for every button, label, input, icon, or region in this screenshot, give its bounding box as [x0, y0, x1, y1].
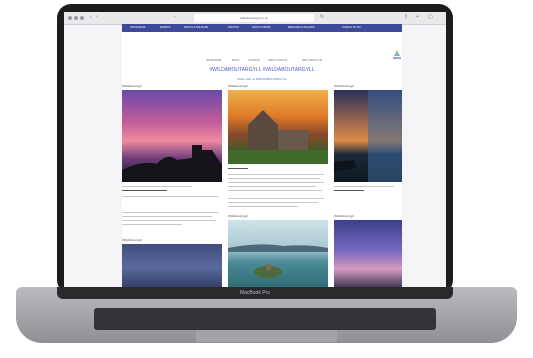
post-author-line	[228, 168, 248, 169]
laptop-keyboard	[94, 308, 436, 330]
post-caption-line	[122, 196, 218, 197]
post-caption-line	[122, 220, 216, 221]
page-content: INSTAGRAM BLOG CONTACT ABOUT ARGYLL WILD…	[122, 32, 402, 290]
card-label: #WildAboutArgyll	[334, 215, 354, 218]
instagram-photo-sunset-ruin[interactable]	[122, 90, 222, 182]
instagram-photo-loch-sunset[interactable]	[334, 90, 402, 182]
post-caption-line	[228, 190, 322, 191]
post-caption-line	[228, 182, 324, 183]
nav-item-things-to-do[interactable]: THINGS TO DO	[342, 24, 361, 32]
nav-item-events[interactable]: EVENTS	[160, 24, 170, 32]
back-arrow-icon[interactable]: ‹	[90, 15, 95, 20]
tabs-overview-icon[interactable]: ▢	[428, 15, 433, 20]
nav-item-beaches-islands[interactable]: BEACHES & ISLANDS	[288, 24, 315, 32]
post-caption-line	[122, 186, 192, 187]
nav-item-food-drink[interactable]: FOOD & DRINK	[252, 24, 271, 32]
laptop-trackpad	[196, 330, 337, 342]
post-caption-line	[228, 186, 316, 187]
minimize-window-icon[interactable]	[74, 16, 78, 20]
site-top-nav: INSTAGRAM EVENTS WALKS & WILDLIFE PHOTOS…	[122, 24, 402, 32]
post-caption-line	[228, 206, 298, 207]
menu-item-contact[interactable]: CONTACT	[248, 59, 260, 63]
card-label: #WildAboutArgyll	[122, 85, 142, 88]
share-icon[interactable]: ⇪	[404, 15, 409, 20]
post-caption-line	[228, 178, 320, 179]
instagram-photo-chapel[interactable]	[228, 90, 328, 164]
post-caption-line	[334, 190, 364, 191]
maximize-window-icon[interactable]	[80, 16, 84, 20]
forward-arrow-icon[interactable]: ›	[96, 15, 101, 20]
post-caption-line	[122, 212, 218, 213]
card-label: #WildAboutArgyll	[228, 215, 248, 218]
card-label: #WildAboutArgyll	[228, 85, 248, 88]
close-window-icon[interactable]	[68, 16, 72, 20]
post-caption-line	[228, 198, 324, 199]
menu-item-instagram[interactable]: INSTAGRAM	[206, 59, 221, 63]
post-caption-line	[122, 224, 182, 225]
nav-item-walks-wildlife[interactable]: WALKS & WILDLIFE	[184, 24, 208, 32]
menu-item-wild-about-us[interactable]: WILD ABOUT US	[302, 59, 322, 63]
card-label: #WildAboutArgyll	[122, 239, 142, 242]
post-caption-line	[122, 190, 167, 191]
laptop-model-label: MacBook Pro	[239, 290, 270, 296]
reload-icon[interactable]: ↻	[320, 15, 325, 20]
shield-icon[interactable]: ◦	[174, 15, 179, 20]
site-logo[interactable]	[392, 47, 402, 61]
nav-item-instagram[interactable]: INSTAGRAM	[130, 24, 145, 32]
post-caption-line	[228, 202, 318, 203]
instagram-photo-castle-island[interactable]	[228, 220, 328, 290]
menu-item-blog[interactable]: BLOG	[232, 59, 239, 63]
post-caption-line	[228, 174, 324, 175]
hashtag-heading: #WILDABOUTARGYLL #WILDABOUTARGYLL	[209, 67, 315, 73]
instagram-photo-dusk-hills[interactable]	[334, 220, 402, 290]
card-label: #WildAboutArgyll	[334, 85, 354, 88]
hashtag-subline: Share with us #WILDABOUTARGYLL	[236, 77, 288, 81]
menu-item-about-argyll[interactable]: ABOUT ARGYLL	[268, 59, 288, 63]
laptop-mockup: ‹ › ◦ wildaboutargyll.co.uk ↻ ⇪ + ▢ INST…	[0, 0, 533, 358]
post-caption-line	[334, 186, 394, 187]
instagram-photo-night-sky[interactable]	[122, 244, 222, 290]
laptop-screen: ‹ › ◦ wildaboutargyll.co.uk ↻ ⇪ + ▢ INST…	[64, 12, 446, 290]
nav-item-photos[interactable]: PHOTOS	[228, 24, 239, 32]
new-tab-icon[interactable]: +	[416, 15, 421, 20]
address-bar[interactable]: wildaboutargyll.co.uk	[194, 14, 314, 22]
post-caption-line	[122, 216, 212, 217]
